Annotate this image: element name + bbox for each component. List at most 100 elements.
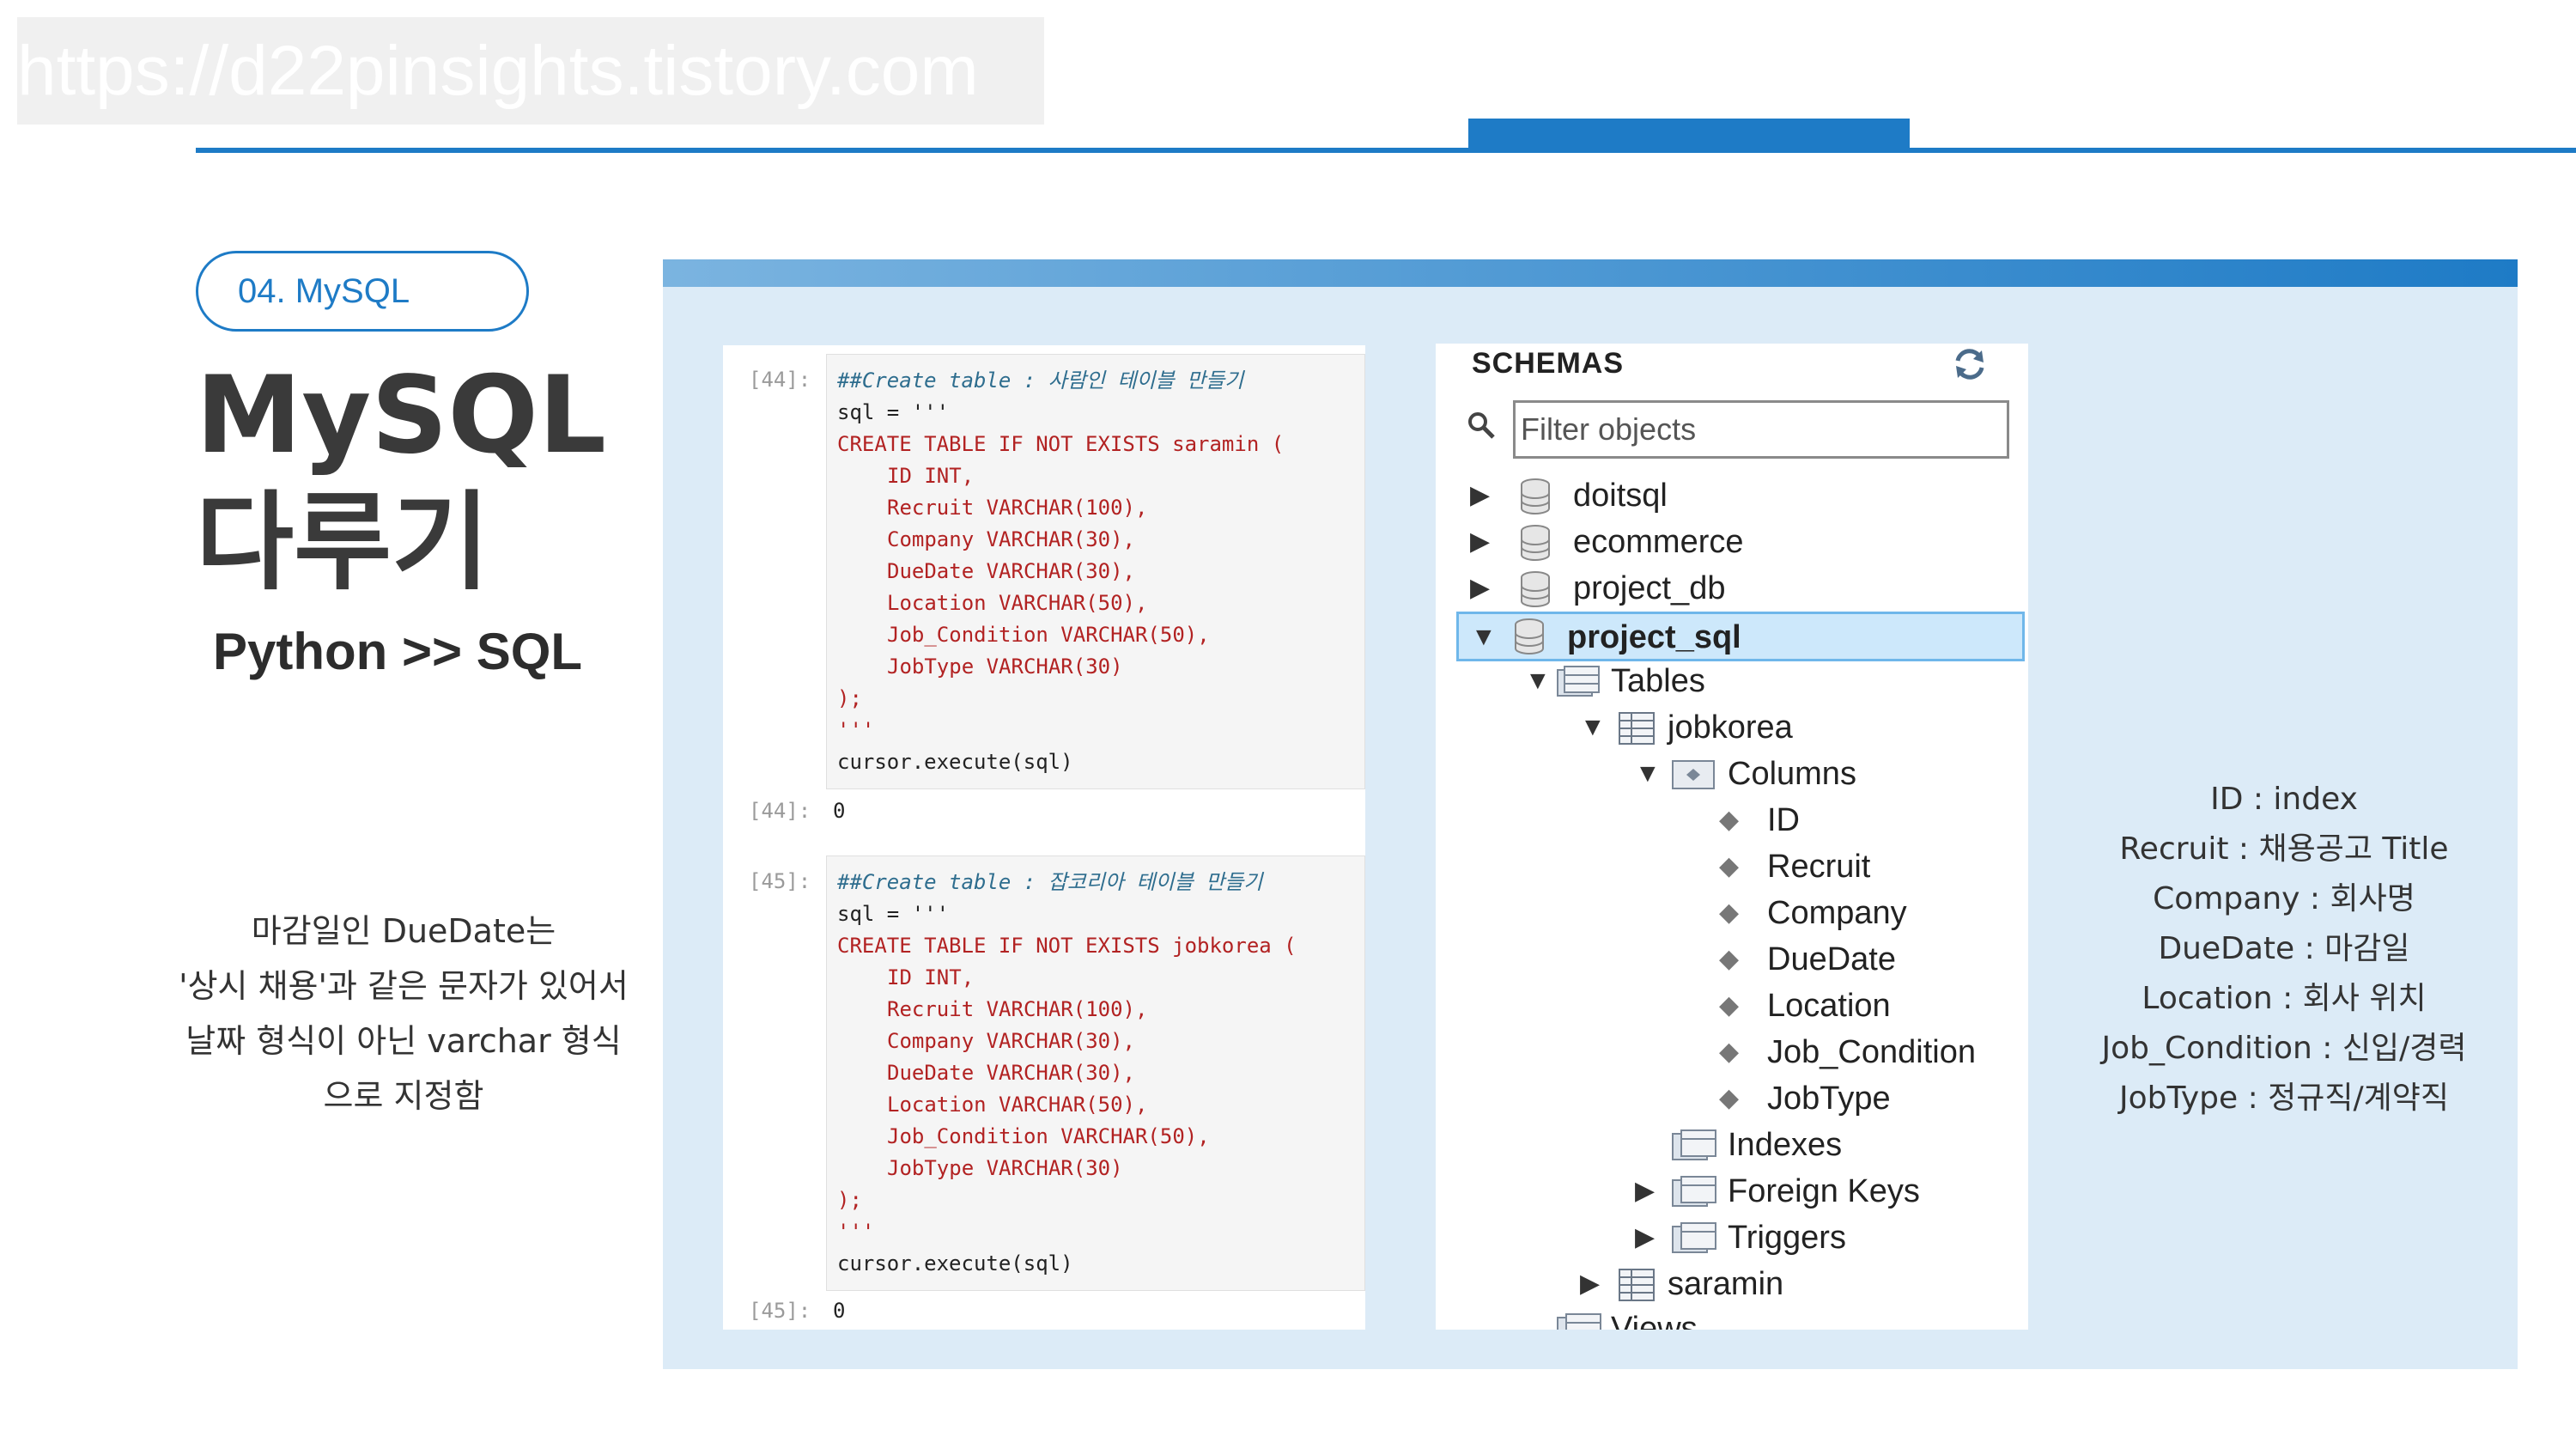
collapse-arrow-icon[interactable]: ▼ [1635, 751, 1661, 797]
tree-label: jobkorea [1668, 709, 1793, 746]
collapse-arrow-icon[interactable]: ▼ [1471, 614, 1497, 661]
code-line: ID INT, [887, 464, 975, 488]
triggers-folder-icon [1672, 1222, 1716, 1253]
collapse-arrow-icon[interactable]: ▼ [1525, 658, 1551, 704]
code-input[interactable]: ##Create table : 사람인 테이블 만들기 sql = ''' C… [826, 354, 1365, 789]
expand-arrow-icon[interactable]: ▶ [1635, 1168, 1655, 1215]
page-subtitle: Python >> SQL [213, 623, 583, 680]
expand-arrow-icon[interactable]: ▶ [1580, 1261, 1600, 1307]
column-diamond-icon: ◆ [1719, 1038, 1740, 1066]
code-line: Company VARCHAR(30), [887, 1029, 1135, 1053]
code-line: ); [837, 1188, 862, 1212]
code-line: ID INT, [887, 965, 975, 989]
tree-label: Columns [1728, 756, 1856, 792]
refresh-icon[interactable] [1951, 345, 1989, 383]
column-label: Recruit [1767, 849, 1871, 885]
output-value: 0 [833, 1299, 846, 1323]
code-line: CREATE TABLE IF NOT EXISTS saramin ( [837, 432, 1285, 456]
code-input[interactable]: ##Create table : 잡코리아 테이블 만들기 sql = ''' … [826, 855, 1365, 1291]
code-line: Company VARCHAR(30), [887, 527, 1135, 551]
legend-line: Company : 회사명 [2153, 881, 2415, 916]
filter-objects-input[interactable]: Filter objects [1513, 400, 2009, 459]
schema-label: project_db [1573, 570, 1726, 606]
tree-label: Foreign Keys [1728, 1173, 1920, 1209]
legend-line: JobType : 정규직/계약직 [2118, 1081, 2450, 1116]
code-line: DueDate VARCHAR(30), [887, 1061, 1135, 1085]
foreign-keys-folder-icon [1672, 1176, 1716, 1207]
column-diamond-icon: ◆ [1719, 806, 1740, 834]
code-line: JobType VARCHAR(30) [887, 654, 1123, 679]
output-value: 0 [833, 799, 846, 823]
legend-line: Recruit : 채용공고 Title [2119, 831, 2449, 867]
code-line: JobType VARCHAR(30) [887, 1156, 1123, 1180]
database-icon [1515, 618, 1544, 654]
header-accent-bar [1468, 119, 1910, 149]
watermark-url: https://d22pinsights.tistory.com [17, 17, 1044, 125]
code-line: Job_Condition VARCHAR(50), [887, 623, 1210, 647]
column-diamond-icon: ◆ [1719, 852, 1740, 880]
column-label: ID [1767, 802, 1800, 838]
column-label: JobType [1767, 1081, 1891, 1117]
tree-label: Tables [1611, 663, 1705, 699]
column-label: DueDate [1767, 941, 1896, 977]
expand-arrow-icon[interactable]: ▶ [1470, 519, 1490, 565]
code-line: Location VARCHAR(50), [887, 591, 1148, 615]
code-line: ''' [837, 1220, 875, 1244]
tree-label: Views [1611, 1311, 1698, 1330]
code-line: ''' [837, 718, 875, 742]
indexes-folder-icon [1672, 1129, 1716, 1160]
code-line: cursor.execute(sql) [837, 1251, 1073, 1275]
legend-line: ID : index [2210, 782, 2358, 817]
output-prompt: [44]: [749, 799, 811, 823]
note-line: 마감일인 DueDate는 [251, 912, 556, 950]
page-title: MySQL 다루기 [196, 352, 606, 606]
collapse-arrow-icon[interactable]: ▼ [1580, 704, 1606, 751]
note-line: 날짜 형식이 아닌 varchar 형식 [185, 1022, 622, 1060]
title-line-1: MySQL [196, 354, 606, 478]
column-label: Location [1767, 988, 1891, 1024]
code-line: Job_Condition VARCHAR(50), [887, 1124, 1210, 1148]
views-folder-icon [1557, 1313, 1601, 1330]
tree-label: saramin [1668, 1266, 1784, 1302]
schemas-navigator: SCHEMAS Filter objects ▶ doitsql ▶ ecomm… [1436, 344, 2028, 1330]
table-icon [1619, 1269, 1655, 1301]
expand-arrow-icon[interactable]: ▶ [1635, 1215, 1655, 1261]
column-label: Job_Condition [1767, 1034, 1976, 1070]
schema-label: ecommerce [1573, 524, 1744, 560]
database-icon [1521, 478, 1550, 514]
cell-prompt: [44]: [749, 368, 811, 392]
code-line: CREATE TABLE IF NOT EXISTS jobkorea ( [837, 934, 1297, 958]
schema-label: doitsql [1573, 478, 1668, 514]
column-diamond-icon: ◆ [1719, 945, 1740, 973]
code-line: ##Create table : 잡코리아 테이블 만들기 [837, 870, 1263, 894]
database-icon [1521, 525, 1550, 561]
jupyter-notebook: [44]: ##Create table : 사람인 테이블 만들기 sql =… [723, 345, 1365, 1330]
code-line: ); [837, 686, 862, 710]
code-line: ##Create table : 사람인 테이블 만들기 [837, 368, 1244, 393]
duedate-note: 마감일인 DueDate는 '상시 채용'과 같은 문자가 있어서 날짜 형식이… [155, 904, 653, 1123]
code-line: sql = ''' [837, 400, 950, 424]
title-line-2: 다루기 [196, 481, 490, 605]
column-legend: ID : index Recruit : 채용공고 Title Company … [2078, 775, 2490, 1123]
tree-label: Triggers [1728, 1220, 1846, 1256]
tree-label: Indexes [1728, 1127, 1843, 1163]
database-icon [1521, 571, 1550, 607]
code-line: Location VARCHAR(50), [887, 1093, 1148, 1117]
note-line: '상시 채용'과 같은 문자가 있어서 [179, 967, 629, 1005]
schemas-title: SCHEMAS [1472, 347, 1625, 380]
schema-label: project_sql [1567, 619, 1741, 655]
legend-line: Location : 회사 위치 [2142, 981, 2427, 1016]
expand-arrow-icon[interactable]: ▶ [1470, 472, 1490, 519]
code-line: cursor.execute(sql) [837, 750, 1073, 774]
code-line: sql = ''' [837, 902, 950, 926]
column-diamond-icon: ◆ [1719, 991, 1740, 1020]
column-label: Company [1767, 895, 1907, 931]
header-rule [196, 148, 2576, 153]
tables-folder-icon [1557, 666, 1600, 697]
section-pill: 04. MySQL [196, 251, 529, 332]
output-prompt: [45]: [749, 1299, 811, 1323]
expand-arrow-icon[interactable]: ▶ [1470, 565, 1490, 612]
schema-item-project-sql[interactable]: ▼ project_sql [1456, 612, 2025, 661]
column-diamond-icon: ◆ [1719, 1084, 1740, 1112]
cell-prompt: [45]: [749, 869, 811, 893]
